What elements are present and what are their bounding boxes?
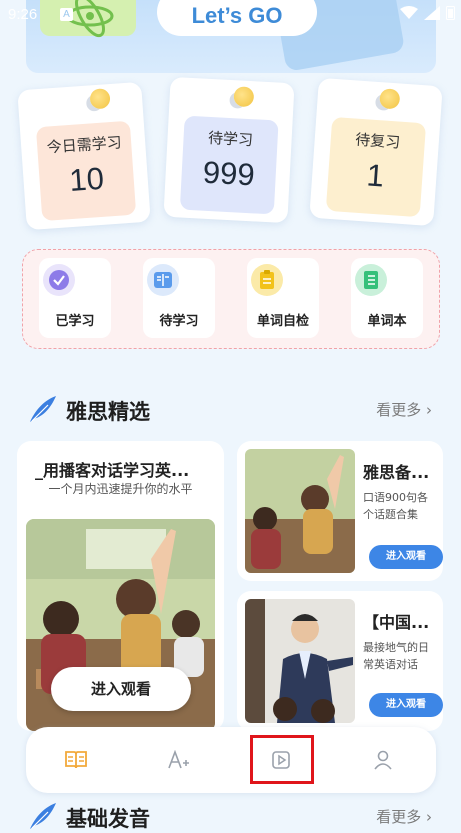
stat-label: 待复习 [354,130,401,152]
see-more-link[interactable]: 看更多 › [376,399,432,420]
quick-action-label: 单词自检 [256,314,309,329]
font-tab-icon [168,750,189,769]
tab-profile[interactable] [368,745,398,775]
clipboard-icon [251,264,283,296]
quick-action-label: 已学习 [55,314,95,329]
quick-action-to-learn[interactable]: 待学习 [143,258,215,338]
course-desc: 口语900句各个话题合集 [363,491,428,521]
tab-home[interactable] [61,745,91,775]
pin-icon [379,88,401,110]
quick-action-self-check[interactable]: 单词自检 [247,258,319,338]
stat-card-to-learn[interactable]: 待学习 999 [163,76,295,224]
pin-icon [233,86,255,108]
status-icons [400,5,455,20]
see-more-link[interactable]: 看更多 › [376,806,432,827]
section-title: 基础发音 [66,807,150,831]
stat-inner: 今日需学习 10 [35,120,137,222]
stat-value: 999 [202,154,256,193]
notification-icon: A [60,8,73,21]
course-title: _用播客对话学习英... [35,461,190,480]
book-open-icon [147,264,179,296]
section-header-pronunciation: 基础发音 看更多 › [28,800,438,832]
feather-icon [30,396,56,422]
stat-label: 今日需学习 [46,133,123,157]
wifi-icon [400,5,418,19]
course-desc: 最接地气的日常英语对话 [363,641,429,671]
quick-action-label: 待学习 [159,314,199,329]
course-title: 【中国... [363,613,430,632]
stat-inner: 待复习 1 [325,116,427,218]
notebook-icon [355,264,387,296]
book-tab-icon [65,751,87,769]
bottom-tab-bar [26,727,436,793]
course-card[interactable]: 雅思备... 口语900句各个话题合集 进入观看 [237,441,443,581]
status-bar: 9:26 A [0,0,461,30]
quick-action-label: 单词本 [367,314,407,329]
stat-inner: 待学习 999 [179,115,279,215]
watch-button[interactable]: 进入观看 [51,667,191,711]
quick-action-learned[interactable]: 已学习 [39,258,111,338]
classroom-photo [245,449,355,573]
status-time: 9:26 [8,6,38,23]
watch-button[interactable]: 进入观看 [369,693,443,717]
battery-icon [446,6,455,20]
stat-card-to-review[interactable]: 待复习 1 [309,77,443,227]
profile-tab-icon [374,750,392,770]
course-subtitle: 一个月内迅速提升你的水平 [48,482,193,496]
stat-value: 1 [365,157,386,194]
quick-actions-panel: 已学习 待学习 单词自检 单词本 [22,249,440,349]
check-circle-icon [43,264,75,296]
course-title: 雅思备... [363,463,430,482]
teacher-photo [245,599,355,723]
highlight-box [250,735,314,784]
see-more-label: 看更多 [376,808,422,826]
chevron-right-icon: › [421,808,432,826]
stat-label: 待学习 [207,128,254,150]
feather-icon [30,803,56,829]
course-card[interactable]: 【中国... 最接地气的日常英语对话 进入观看 [237,591,443,731]
section-header-ielts: 雅思精选 看更多 › [28,393,438,425]
featured-course-card[interactable]: _用播客对话学习英... 一个月内迅速提升你的水平 进入观看 [17,441,224,731]
quick-action-vocab-book[interactable]: 单词本 [351,258,423,338]
section-title: 雅思精选 [66,400,150,424]
pin-icon [89,88,111,110]
chevron-right-icon: › [421,401,432,419]
watch-button[interactable]: 进入观看 [369,545,443,569]
stat-card-today[interactable]: 今日需学习 10 [17,81,151,231]
stat-value: 10 [68,160,106,199]
tab-words[interactable] [164,745,194,775]
see-more-label: 看更多 [376,401,422,419]
signal-icon [424,5,440,20]
